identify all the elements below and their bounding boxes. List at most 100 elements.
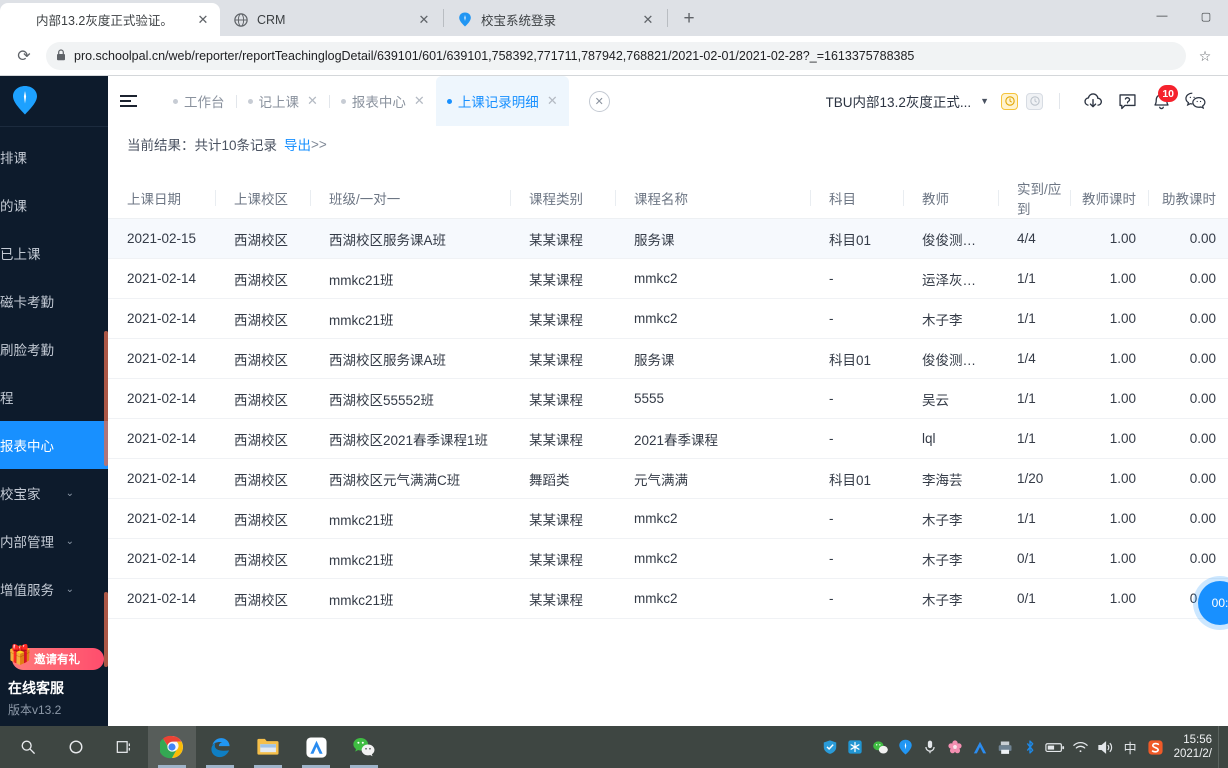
cortana-icon[interactable]: [52, 726, 100, 768]
tab-separator: [667, 9, 668, 27]
table-row[interactable]: 2021-02-14 西湖校区 mmkc21班 某某课程 mmkc2- 木子李 0/1 1.0…: [108, 538, 1228, 579]
column-header-attend[interactable]: 实到/应到: [998, 178, 1070, 219]
invite-reward-button[interactable]: 🎁 邀请有礼: [8, 645, 104, 670]
battery-icon[interactable]: [1043, 726, 1068, 768]
ime-icon[interactable]: 中: [1118, 726, 1143, 768]
file-explorer-icon[interactable]: [244, 726, 292, 768]
tab-jishangke[interactable]: 记上课 ✕: [237, 76, 329, 126]
shield-icon[interactable]: [818, 726, 843, 768]
sidebar-item-neibuguanli[interactable]: 内部管理 ⌄: [0, 517, 108, 565]
table-row[interactable]: 2021-02-14 西湖校区 西湖校区55552班 某某课程 5555- 吴云 1/1 1.…: [108, 378, 1228, 419]
browser-tab-close-icon[interactable]: ✕: [639, 11, 657, 29]
column-divider: [1070, 190, 1071, 206]
tab-gongzuotai[interactable]: 工作台: [162, 76, 236, 126]
window-controls: — ▢: [1140, 0, 1228, 32]
wifi-icon[interactable]: [1068, 726, 1093, 768]
schoolpal-tray-icon[interactable]: [893, 726, 918, 768]
sogou-icon[interactable]: [1143, 726, 1168, 768]
browser-tab-1[interactable]: CRM ✕: [221, 3, 441, 36]
column-header-label: 助教课时: [1162, 192, 1216, 207]
tab-close-icon[interactable]: ✕: [547, 93, 558, 109]
sidebar-item-baobiaozhongxin[interactable]: 报表中心: [0, 421, 108, 469]
browser-tab-2[interactable]: 校宝系统登录 ✕: [445, 3, 665, 36]
table-row[interactable]: 2021-02-15 西湖校区 西湖校区服务课A班 某某课程 服务课 科目01 俊俊测… 4/…: [108, 218, 1228, 259]
sidebar-item-label: 刷脸考勤: [0, 343, 54, 358]
download-cloud-icon[interactable]: [1076, 84, 1110, 118]
snowflake-icon[interactable]: [843, 726, 868, 768]
column-divider: [998, 190, 999, 206]
column-header-category[interactable]: 课程类别: [510, 178, 615, 219]
export-link[interactable]: 导出: [284, 134, 311, 154]
help-icon[interactable]: [1110, 84, 1144, 118]
chevron-down-icon[interactable]: ▼: [980, 96, 989, 106]
column-header-campus[interactable]: 上课校区: [215, 178, 310, 219]
browser-tab-close-icon[interactable]: ✕: [194, 11, 212, 29]
table-row[interactable]: 2021-02-14 西湖校区 西湖校区服务课A班 某某课程 服务课 科目01 俊俊测… 1/…: [108, 338, 1228, 379]
address-bar[interactable]: pro.schoolpal.cn/web/reporter/reportTeac…: [46, 42, 1186, 70]
column-header-teacher[interactable]: 教师: [903, 178, 998, 219]
bell-icon[interactable]: 10: [1144, 84, 1178, 118]
column-divider: [810, 190, 811, 206]
sidebar-item-yishangke[interactable]: 已上课: [0, 229, 108, 277]
theme-yellow-icon[interactable]: [1001, 92, 1018, 110]
wechat-tray-icon[interactable]: [868, 726, 893, 768]
start-search-icon[interactable]: [4, 726, 52, 768]
bluetooth-icon[interactable]: [1018, 726, 1043, 768]
task-view-icon[interactable]: [100, 726, 148, 768]
column-header-t_hours[interactable]: 教师课时: [1070, 178, 1148, 219]
amap-tray-icon[interactable]: [968, 726, 993, 768]
edge-icon[interactable]: [196, 726, 244, 768]
window-minimize-button[interactable]: —: [1140, 0, 1184, 32]
sidebar-item-kecheng[interactable]: 程: [0, 373, 108, 421]
tab-baobiaozhongxin[interactable]: 报表中心 ✕: [330, 76, 436, 126]
close-all-tabs-button[interactable]: ✕: [588, 90, 610, 112]
column-header-a_hours[interactable]: 助教课时: [1148, 178, 1228, 219]
chrome-icon[interactable]: [148, 726, 196, 768]
hamburger-icon[interactable]: [120, 86, 150, 116]
column-header-subject[interactable]: 科目: [810, 178, 903, 219]
wechat-icon[interactable]: [1178, 84, 1212, 118]
sidebar-item-deke[interactable]: 的课: [0, 181, 108, 229]
table-row[interactable]: 2021-02-14 西湖校区 mmkc21班 某某课程 mmkc2- 木子李 1/1 1.0…: [108, 298, 1228, 339]
tab-close-icon[interactable]: ✕: [307, 93, 318, 109]
table-row[interactable]: 2021-02-14 西湖校区 西湖校区2021春季课程1班 某某课程 2021春季课程…: [108, 418, 1228, 459]
table-row[interactable]: 2021-02-14 西湖校区 西湖校区元气满满C班 舞蹈类 元气满满 科目01 李海芸 1/…: [108, 458, 1228, 499]
organization-name[interactable]: TBU内部13.2灰度正式...: [826, 91, 972, 111]
amap-icon[interactable]: [292, 726, 340, 768]
flower-icon[interactable]: [943, 726, 968, 768]
mic-icon[interactable]: [918, 726, 943, 768]
sidebar-item-shualiankaoqin[interactable]: 刷脸考勤: [0, 325, 108, 373]
online-support-link[interactable]: 在线客服: [0, 678, 108, 698]
tab-close-icon[interactable]: ✕: [414, 93, 425, 109]
column-header-label: 教师课时: [1082, 192, 1136, 207]
lock-icon: [56, 48, 66, 64]
window-maximize-button[interactable]: ▢: [1184, 0, 1228, 32]
table-row[interactable]: 2021-02-14 西湖校区 mmkc21班 某某课程 mmkc2- 木子李 0/1 1.0…: [108, 578, 1228, 619]
sidebar-item-cikaokaoqin[interactable]: 磁卡考勤: [0, 277, 108, 325]
tab-shangkejilumingxi[interactable]: 上课记录明细 ✕: [435, 76, 569, 126]
export-arrows[interactable]: >>: [311, 137, 327, 152]
sidebar-item-xiaobaojia[interactable]: 校宝家 ⌄: [0, 469, 108, 517]
bookmark-star-icon[interactable]: ☆: [1192, 43, 1218, 69]
reload-icon[interactable]: ⟳: [10, 42, 38, 70]
wechat-icon[interactable]: [340, 726, 388, 768]
browser-tab-0[interactable]: 内部13.2灰度正式验证。 ✕: [0, 3, 220, 36]
column-header-clazz[interactable]: 班级/一对一: [310, 178, 510, 219]
new-tab-button[interactable]: +: [675, 5, 703, 33]
cell-teacher: 李海芸: [903, 458, 998, 499]
show-desktop-button[interactable]: [1218, 726, 1224, 768]
taskbar-clock[interactable]: 15:56 2021/2/: [1174, 733, 1212, 761]
table-row[interactable]: 2021-02-14 西湖校区 mmkc21班 某某课程 mmkc2- 木子李 1/1 1.0…: [108, 498, 1228, 539]
volume-icon[interactable]: [1093, 726, 1118, 768]
cell-date: 2021-02-14: [108, 498, 215, 539]
theme-grey-icon[interactable]: [1026, 92, 1043, 110]
cell-date: 2021-02-14: [108, 578, 215, 619]
sidebar-item-zengzhifuwu[interactable]: 增值服务 ⌄: [0, 565, 108, 613]
sidebar-item-paike[interactable]: 排课: [0, 133, 108, 181]
table-row[interactable]: 2021-02-14 西湖校区 mmkc21班 某某课程 mmkc2- 运泽灰… 1/1 1.…: [108, 258, 1228, 299]
printer-icon[interactable]: [993, 726, 1018, 768]
clock-date: 2021/2/: [1173, 748, 1212, 760]
column-header-date[interactable]: 上课日期: [108, 178, 215, 219]
browser-tab-close-icon[interactable]: ✕: [415, 11, 433, 29]
column-header-course[interactable]: 课程名称: [615, 178, 810, 219]
